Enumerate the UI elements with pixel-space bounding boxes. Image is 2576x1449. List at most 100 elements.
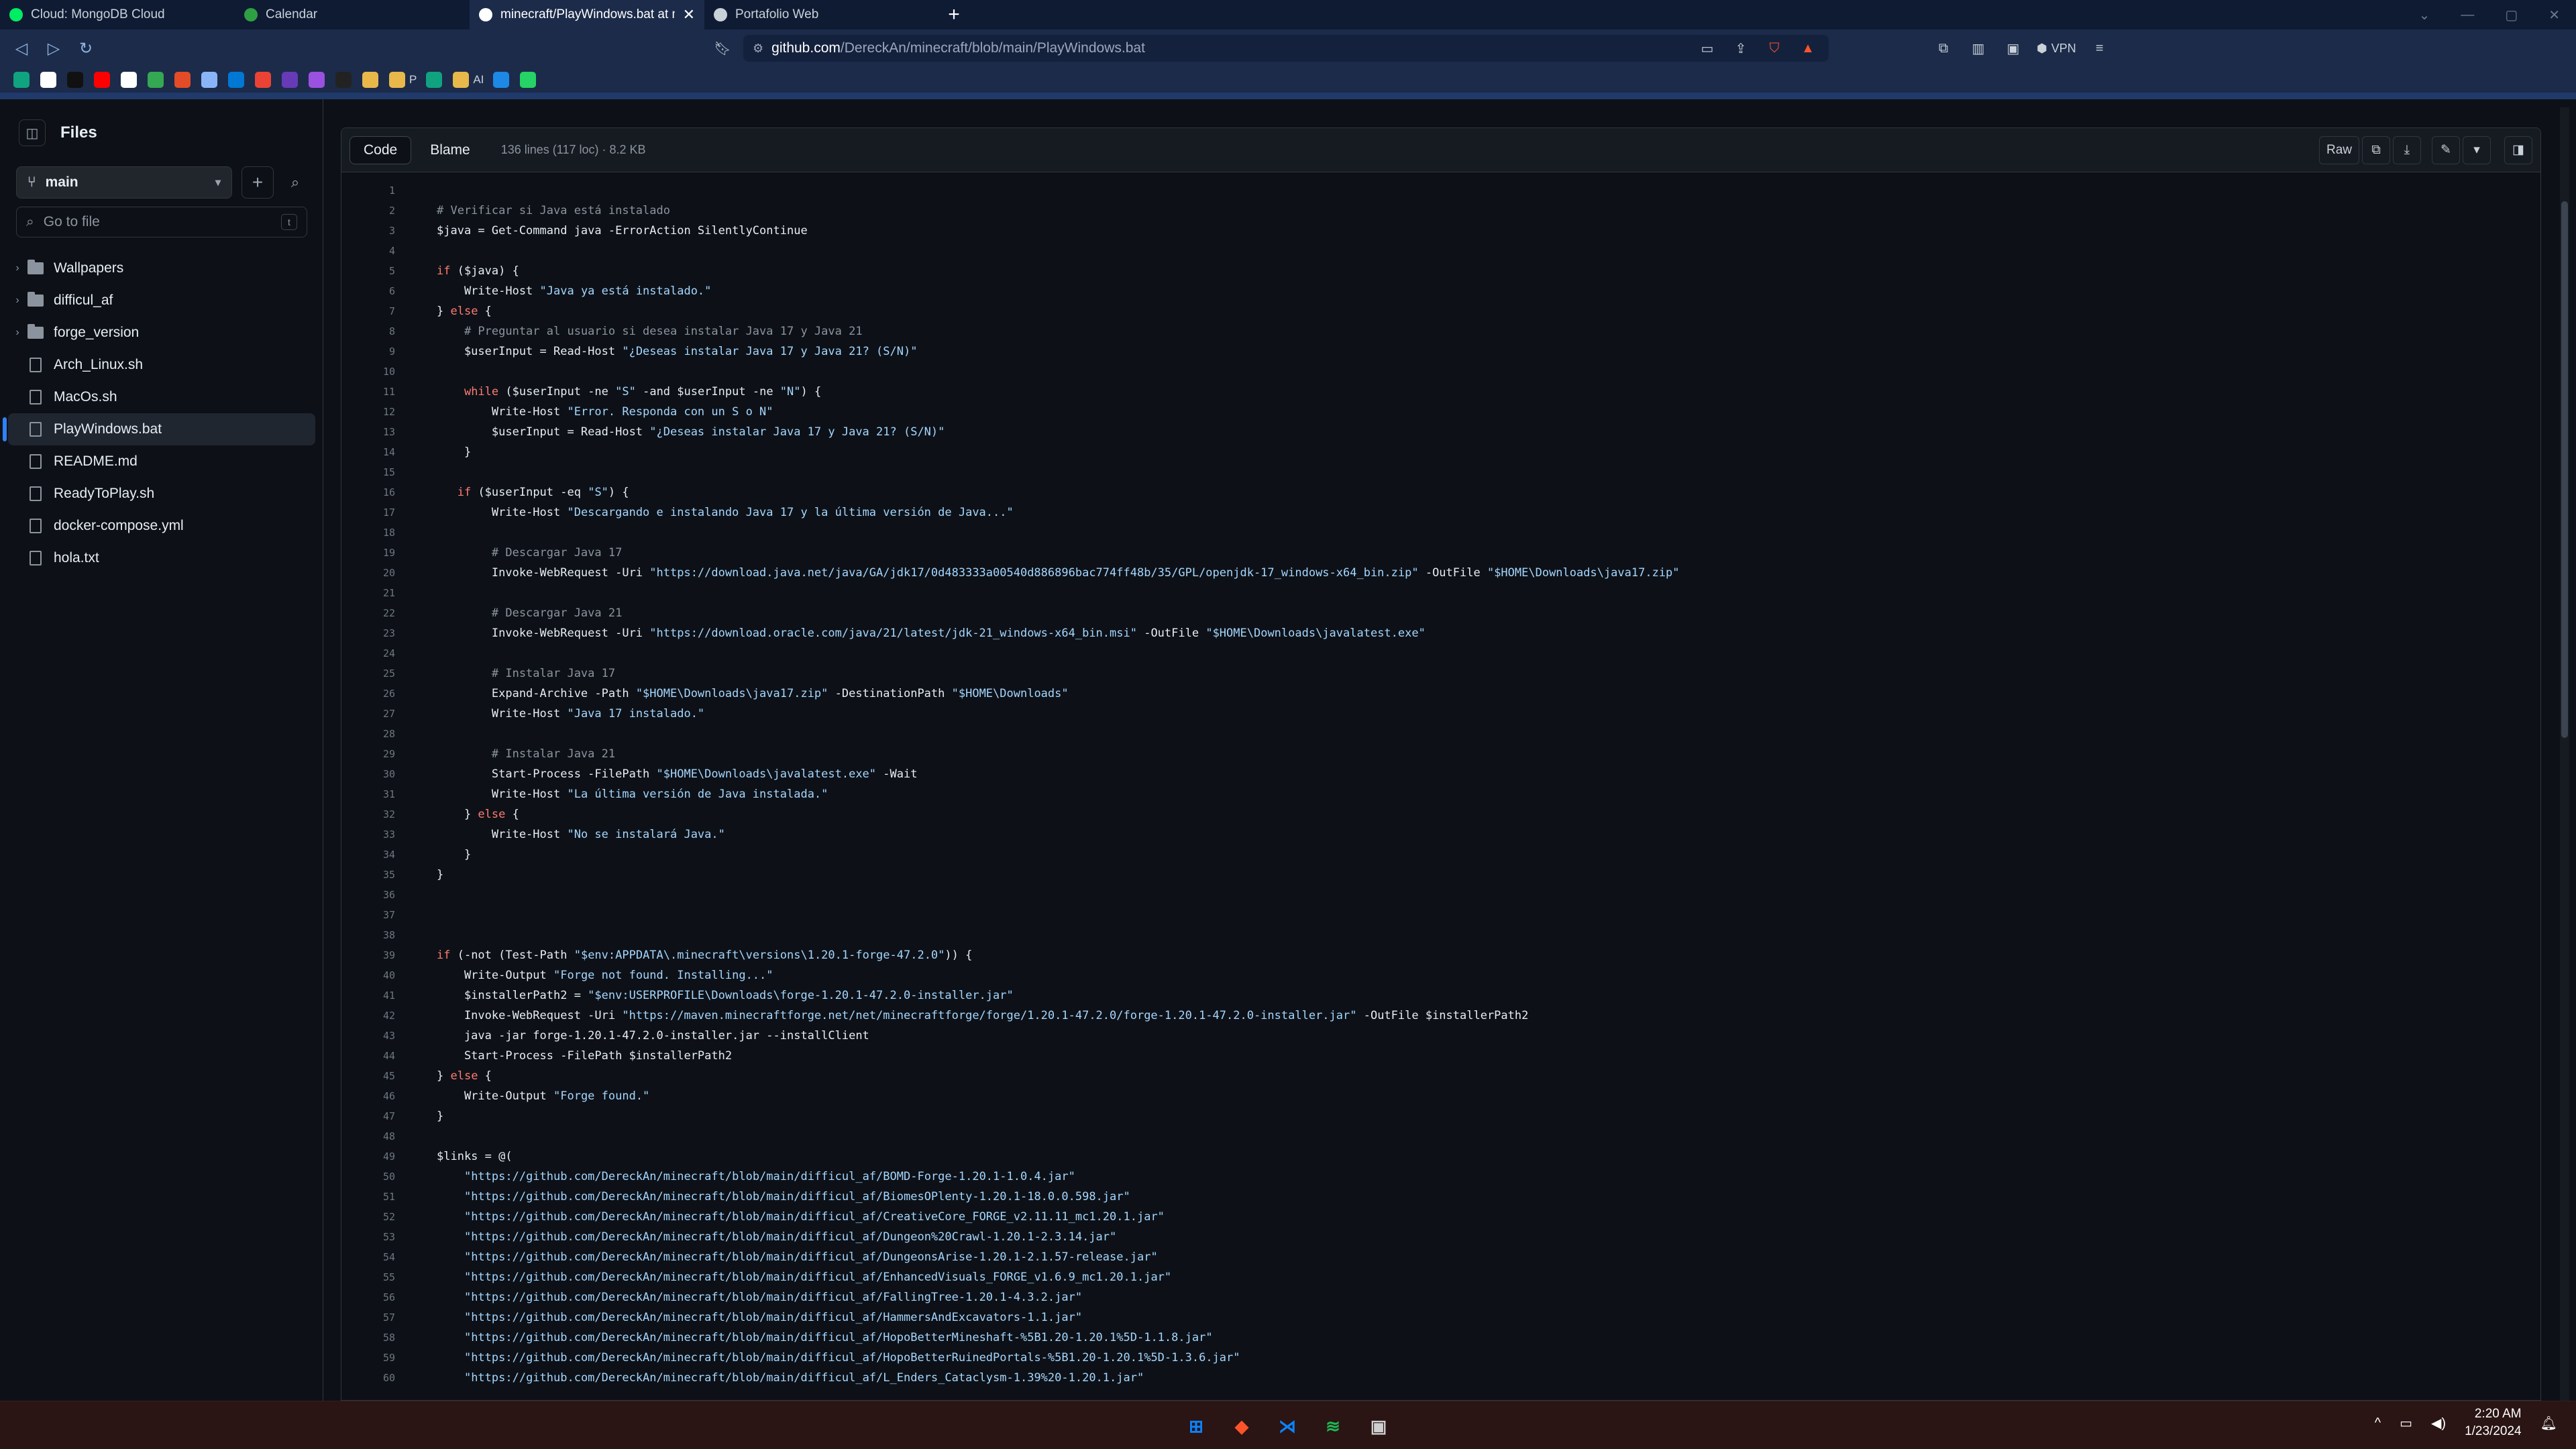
line-number[interactable]: 57 bbox=[341, 1311, 395, 1324]
bookmark-item[interactable] bbox=[255, 70, 272, 89]
add-file-button[interactable]: + bbox=[241, 166, 274, 199]
line-number[interactable]: 54 bbox=[341, 1251, 395, 1263]
line-number[interactable]: 55 bbox=[341, 1271, 395, 1283]
notification-bell-icon[interactable]: 🔔︎ bbox=[2540, 1415, 2557, 1432]
line-number[interactable]: 25 bbox=[341, 667, 395, 680]
line-number[interactable]: 29 bbox=[341, 748, 395, 760]
vscode-icon[interactable]: ⋊ bbox=[1272, 1411, 1303, 1442]
line-number[interactable]: 17 bbox=[341, 506, 395, 519]
maximize-icon[interactable]: ▢ bbox=[2505, 7, 2518, 23]
branch-selector[interactable]: ⑂ main ▾ bbox=[16, 166, 232, 199]
line-number[interactable]: 45 bbox=[341, 1070, 395, 1082]
extensions-icon[interactable]: ⧉ bbox=[1932, 37, 1955, 60]
line-number[interactable]: 33 bbox=[341, 828, 395, 841]
bookmark-item[interactable] bbox=[228, 70, 246, 89]
line-number[interactable]: 39 bbox=[341, 949, 395, 961]
bookmark-item[interactable] bbox=[309, 70, 326, 89]
line-number[interactable]: 7 bbox=[341, 305, 395, 317]
line-number[interactable]: 53 bbox=[341, 1231, 395, 1243]
menu-icon[interactable]: ≡ bbox=[2088, 37, 2111, 60]
tree-item[interactable]: hola.txt bbox=[8, 542, 315, 574]
tab-code[interactable]: Code bbox=[350, 136, 412, 164]
line-number[interactable]: 51 bbox=[341, 1191, 395, 1203]
bookmark-item[interactable] bbox=[40, 70, 58, 89]
app-icon[interactable]: ▣ bbox=[1363, 1411, 1394, 1442]
line-number[interactable]: 46 bbox=[341, 1090, 395, 1102]
symbols-panel-icon[interactable]: ◨ bbox=[2504, 136, 2532, 164]
address-bar[interactable]: ⚙ github.com/DereckAn/minecraft/blob/mai… bbox=[743, 35, 1829, 62]
browser-tab[interactable]: Calendar bbox=[235, 0, 470, 30]
bookmark-item[interactable] bbox=[148, 70, 165, 89]
line-number[interactable]: 2 bbox=[341, 205, 395, 217]
line-number[interactable]: 19 bbox=[341, 547, 395, 559]
line-number[interactable]: 6 bbox=[341, 285, 395, 297]
new-tab-button[interactable]: + bbox=[939, 0, 969, 30]
tree-item[interactable]: › Wallpapers bbox=[8, 252, 315, 284]
line-number[interactable]: 3 bbox=[341, 225, 395, 237]
line-number[interactable]: 43 bbox=[341, 1030, 395, 1042]
line-number[interactable]: 32 bbox=[341, 808, 395, 820]
volume-icon[interactable]: ◀) bbox=[2431, 1415, 2446, 1432]
line-number[interactable]: 18 bbox=[341, 527, 395, 539]
line-number[interactable]: 13 bbox=[341, 426, 395, 438]
line-number[interactable]: 15 bbox=[341, 466, 395, 478]
wallet-icon[interactable]: ▣ bbox=[2002, 37, 2025, 60]
vpn-button[interactable]: ⬢ VPN bbox=[2037, 37, 2076, 60]
close-icon[interactable]: ✕ bbox=[2548, 7, 2560, 23]
line-number[interactable]: 12 bbox=[341, 406, 395, 418]
line-number[interactable]: 49 bbox=[341, 1150, 395, 1163]
bookmark-item[interactable] bbox=[493, 70, 511, 89]
line-number[interactable]: 28 bbox=[341, 728, 395, 740]
brave-rewards-icon[interactable]: ▲ bbox=[1796, 37, 1819, 60]
tree-item[interactable]: PlayWindows.bat bbox=[3, 413, 315, 445]
line-number[interactable]: 14 bbox=[341, 446, 395, 458]
chevron-right-icon[interactable]: › bbox=[8, 262, 27, 274]
clock[interactable]: 2:20 AM 1/23/2024 bbox=[2465, 1405, 2522, 1440]
go-to-file-input[interactable]: ⌕ Go to file t bbox=[16, 207, 307, 237]
line-number[interactable]: 1 bbox=[341, 184, 395, 197]
bookmark-item[interactable]: AI bbox=[453, 70, 484, 89]
bookmark-item[interactable] bbox=[67, 70, 85, 89]
tab-blame[interactable]: Blame bbox=[417, 136, 484, 164]
browser-tab[interactable]: minecraft/PlayWindows.bat at m ✕ bbox=[470, 0, 704, 30]
bookmark-item[interactable] bbox=[282, 70, 299, 89]
network-icon[interactable]: ▭ bbox=[2400, 1415, 2412, 1432]
bookmark-item[interactable] bbox=[520, 70, 537, 89]
brave-shield-icon[interactable]: ⛉ bbox=[1763, 37, 1786, 60]
bookmark-item[interactable] bbox=[201, 70, 219, 89]
copy-icon[interactable]: ⧉ bbox=[2362, 136, 2390, 164]
line-number[interactable]: 23 bbox=[341, 627, 395, 639]
bookmark-item[interactable] bbox=[121, 70, 138, 89]
edit-pencil-icon[interactable]: ✎ bbox=[2432, 136, 2460, 164]
line-number[interactable]: 4 bbox=[341, 245, 395, 257]
line-number[interactable]: 9 bbox=[341, 345, 395, 358]
chevron-down-icon[interactable]: ⌄ bbox=[2419, 7, 2430, 23]
raw-button[interactable]: Raw bbox=[2318, 136, 2359, 164]
line-number[interactable]: 20 bbox=[341, 567, 395, 579]
share-icon[interactable]: ⇪ bbox=[1729, 37, 1752, 60]
tree-item[interactable]: README.md bbox=[8, 445, 315, 478]
forward-icon[interactable]: ▷ bbox=[38, 32, 70, 64]
sidebar-toggle-icon[interactable]: ▥ bbox=[1967, 37, 1990, 60]
search-icon[interactable]: ⌕ bbox=[279, 166, 311, 199]
brave-icon[interactable]: ◆ bbox=[1226, 1411, 1257, 1442]
line-number[interactable]: 35 bbox=[341, 869, 395, 881]
line-number[interactable]: 60 bbox=[341, 1372, 395, 1384]
tree-item[interactable]: › forge_version bbox=[8, 317, 315, 349]
bookmark-item[interactable] bbox=[335, 70, 353, 89]
line-number[interactable]: 58 bbox=[341, 1332, 395, 1344]
line-number[interactable]: 59 bbox=[341, 1352, 395, 1364]
browser-tab[interactable]: Portafolio Web bbox=[704, 0, 939, 30]
collapse-sidebar-icon[interactable]: ◫ bbox=[19, 119, 46, 146]
scrollbar-thumb[interactable] bbox=[2561, 201, 2568, 738]
tree-item[interactable]: docker-compose.yml bbox=[8, 510, 315, 542]
line-number[interactable]: 44 bbox=[341, 1050, 395, 1062]
bookmark-item[interactable] bbox=[94, 70, 111, 89]
line-number[interactable]: 37 bbox=[341, 909, 395, 921]
line-number[interactable]: 11 bbox=[341, 386, 395, 398]
line-number[interactable]: 41 bbox=[341, 989, 395, 1002]
line-number[interactable]: 30 bbox=[341, 768, 395, 780]
bookmark-page-icon[interactable]: 🔖︎ bbox=[711, 37, 734, 60]
line-number[interactable]: 5 bbox=[341, 265, 395, 277]
line-number[interactable]: 10 bbox=[341, 366, 395, 378]
